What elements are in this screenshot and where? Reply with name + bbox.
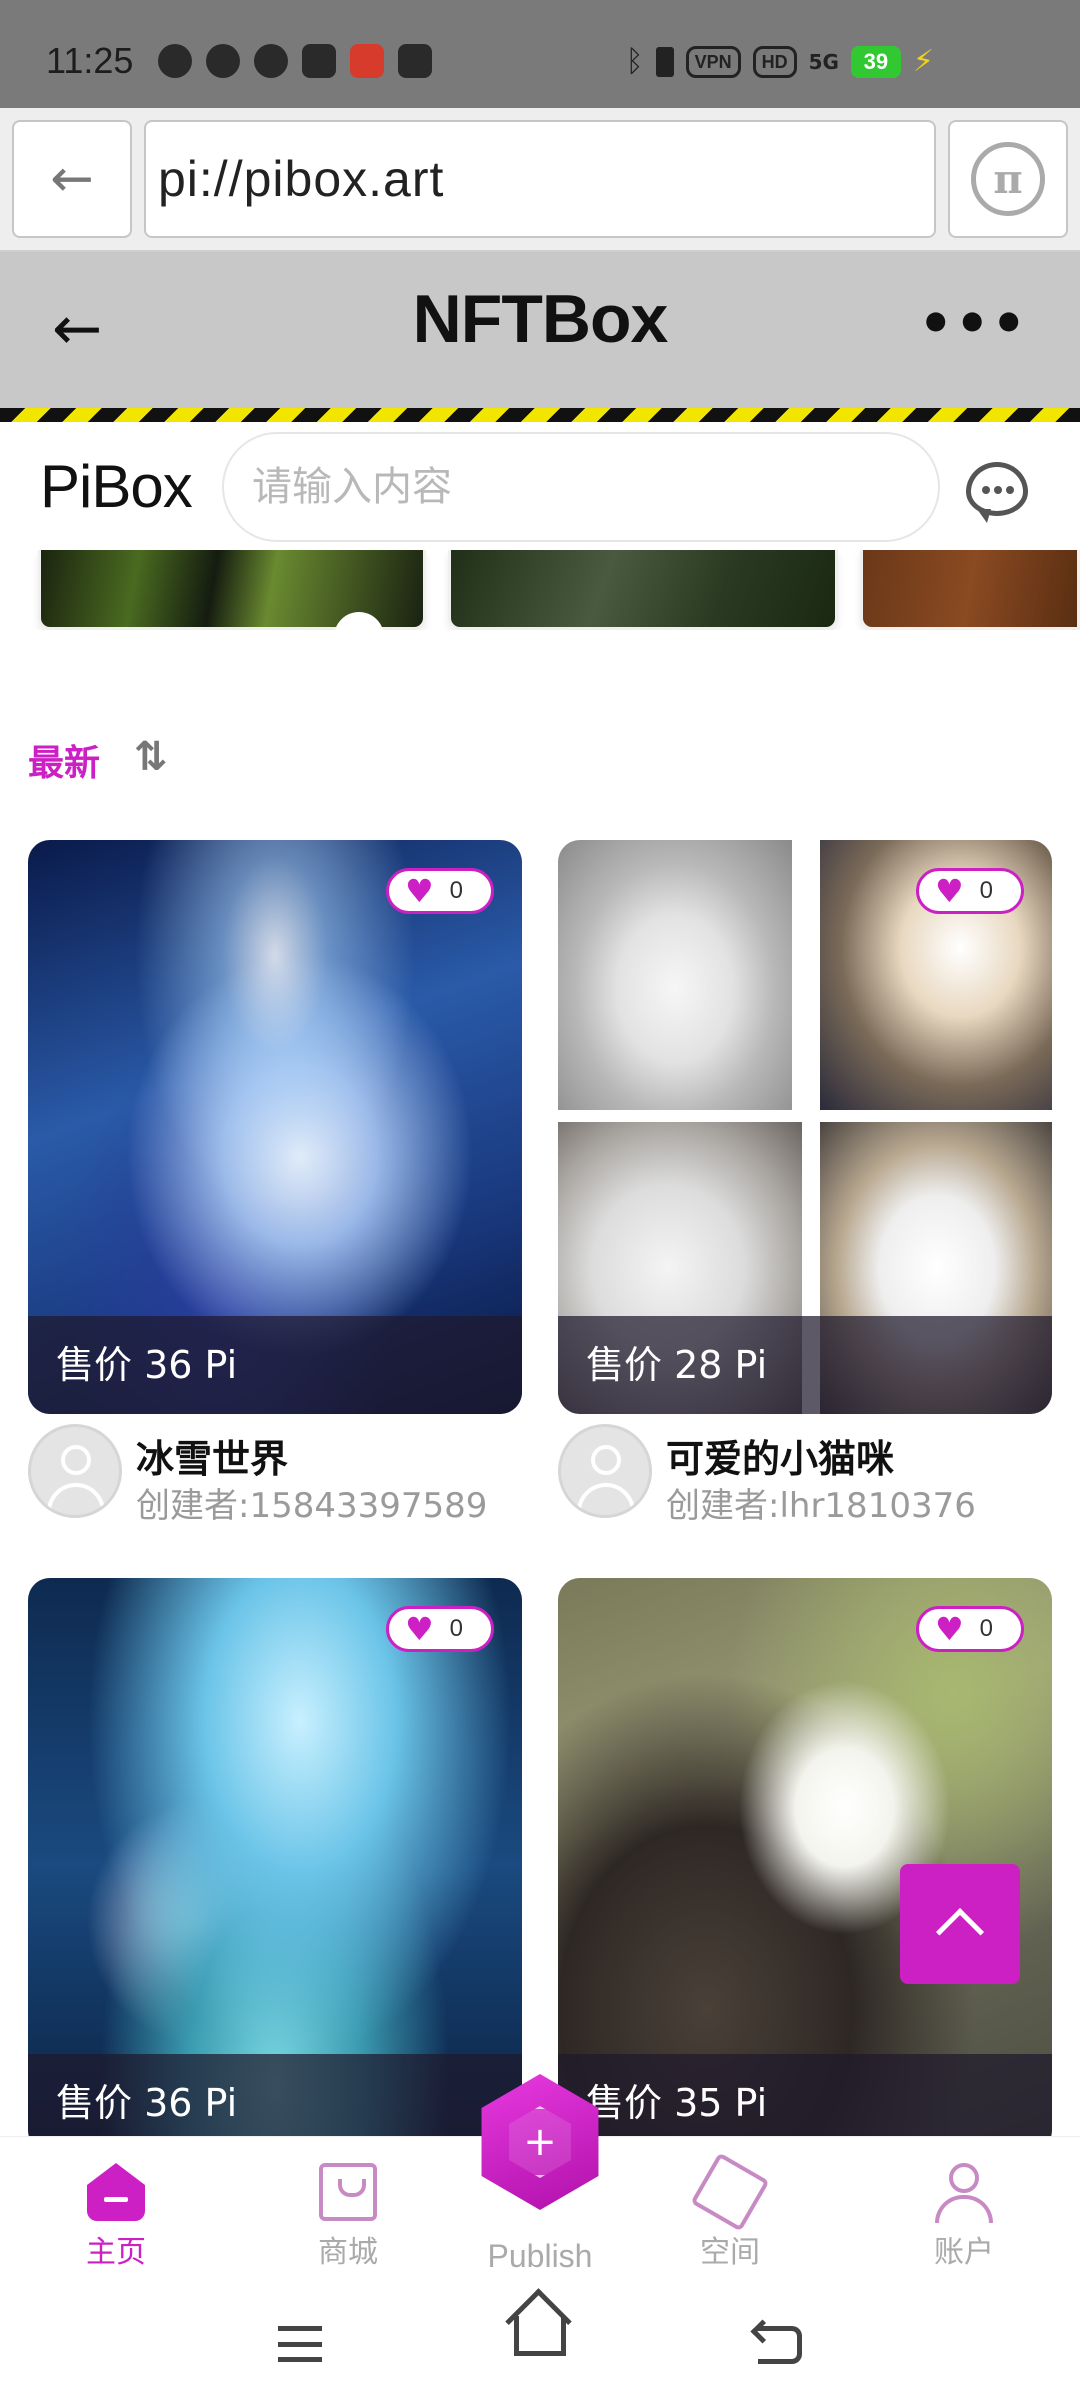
app-badge-icon [350, 44, 384, 78]
tiktok-icon [302, 44, 336, 78]
recents-icon[interactable] [278, 2326, 322, 2362]
price-label: 售价 28 Pi [558, 1316, 1052, 1414]
nft-image[interactable]: ♥ 0 售价 28 Pi [558, 840, 1052, 1414]
location-icon [254, 44, 288, 78]
nav-item-mall[interactable]: 商城 [268, 2163, 428, 2271]
nav-label: 空间 [700, 2235, 760, 2270]
app-header: ← NFTBox ••• [0, 252, 1080, 408]
nav-item-space[interactable]: 空间 [650, 2152, 810, 2271]
vibrate-icon [655, 46, 674, 77]
url-field[interactable]: pi://pibox.art [144, 120, 936, 238]
charging-icon: ⚡ [912, 44, 934, 79]
nft-card[interactable]: ♥ 0 售价 36 Pi 冰雪世界 创建者:15843397589 [28, 840, 522, 1526]
like-count: 0 [979, 1615, 993, 1642]
brand-logo[interactable]: PiBox [40, 452, 193, 521]
wechat-icon [158, 44, 192, 78]
avatar[interactable] [28, 1424, 122, 1518]
featured-carousel[interactable] [0, 550, 1080, 630]
browser-back-button[interactable]: ← [12, 120, 132, 238]
nft-card[interactable]: ♥ 0 售价 28 Pi 可爱的小猫咪 创建者:lhr1810376 [558, 840, 1052, 1526]
nft-image[interactable]: ♥ 0 售价 36 Pi [28, 840, 522, 1414]
cube-icon [690, 2152, 770, 2232]
pi-browser-button[interactable]: π [948, 120, 1068, 238]
carousel-item[interactable] [860, 550, 1080, 630]
status-time: 11:25 [46, 40, 134, 81]
sort-label-latest[interactable]: 最新 [28, 743, 100, 784]
heart-icon: ♥ [934, 872, 964, 910]
browser-bar: ← pi://pibox.art π [0, 108, 1080, 252]
chevron-up-icon [935, 1907, 985, 1957]
publish-hexagon: + [481, 2074, 599, 2210]
nav-item-home[interactable]: 主页 [36, 2163, 196, 2271]
nav-label[interactable]: Publish [440, 2238, 640, 2275]
scroll-to-top-button[interactable] [900, 1864, 1020, 1984]
publish-button[interactable]: + [472, 2074, 608, 2210]
status-bar: 11:25 ᛒ VPN HD 5G 39 ⚡ [0, 0, 1080, 108]
nav-label: 商城 [318, 2235, 378, 2270]
cat-photo [558, 840, 792, 1110]
like-button[interactable]: ♥ 0 [385, 1606, 494, 1652]
carousel-item[interactable] [448, 550, 838, 630]
search-row: PiBox 请输入内容 [0, 422, 1080, 550]
signal-icon: 5G [808, 49, 839, 74]
battery-indicator: 39 [850, 45, 901, 78]
like-count: 0 [449, 1615, 463, 1642]
sort-arrows-icon[interactable]: ⇅ [134, 734, 168, 780]
pi-logo-icon: π [971, 142, 1045, 216]
shopping-bag-icon [319, 2163, 377, 2221]
system-indicators: ᛒ VPN HD 5G 39 ⚡ [626, 44, 934, 79]
creator-label: 创建者:lhr1810376 [666, 1486, 976, 1526]
home-system-icon[interactable] [514, 2316, 566, 2356]
like-button[interactable]: ♥ 0 [915, 1606, 1024, 1652]
bluetooth-icon: ᛒ [625, 44, 644, 79]
nft-card[interactable]: ♥ 0 售价 36 Pi [28, 1578, 522, 2152]
nav-label: 主页 [86, 2235, 146, 2270]
price-label: 售价 36 Pi [28, 1316, 522, 1414]
heart-icon: ♥ [404, 1610, 434, 1648]
app-notification-icon [206, 44, 240, 78]
home-icon [87, 2163, 145, 2221]
heart-icon: ♥ [934, 1610, 964, 1648]
like-button[interactable]: ♥ 0 [385, 868, 494, 914]
publish-plus-icon: + [509, 2106, 571, 2178]
like-count: 0 [449, 877, 463, 904]
avatar[interactable] [558, 1424, 652, 1518]
hazard-stripe-divider [0, 408, 1080, 422]
hd-badge: HD [752, 45, 797, 78]
creator-label: 创建者:15843397589 [136, 1486, 488, 1526]
arrow-left-icon: ← [50, 149, 94, 209]
sort-row[interactable]: 最新 ⇅ [28, 734, 168, 794]
like-button[interactable]: ♥ 0 [915, 868, 1024, 914]
notification-icons [158, 44, 432, 78]
app-notification-icon [398, 44, 432, 78]
more-dots-icon[interactable]: ••• [918, 292, 1028, 355]
heart-icon: ♥ [404, 872, 434, 910]
nav-label: 账户 [934, 2235, 994, 2270]
nav-item-account[interactable]: 账户 [884, 2163, 1044, 2271]
back-system-icon[interactable] [758, 2326, 802, 2364]
search-input[interactable]: 请输入内容 [222, 432, 940, 542]
nft-title[interactable]: 冰雪世界 [136, 1428, 288, 1483]
vpn-badge: VPN [685, 45, 741, 78]
card-meta: 可爱的小猫咪 创建者:lhr1810376 [558, 1414, 1052, 1526]
nft-title[interactable]: 可爱的小猫咪 [666, 1428, 894, 1483]
user-icon [935, 2163, 993, 2223]
like-count: 0 [979, 877, 993, 904]
system-nav-bar [0, 2286, 1080, 2408]
card-meta: 冰雪世界 创建者:15843397589 [28, 1414, 522, 1526]
chat-bubble-icon[interactable] [966, 462, 1028, 523]
nft-image[interactable]: ♥ 0 售价 36 Pi [28, 1578, 522, 2152]
